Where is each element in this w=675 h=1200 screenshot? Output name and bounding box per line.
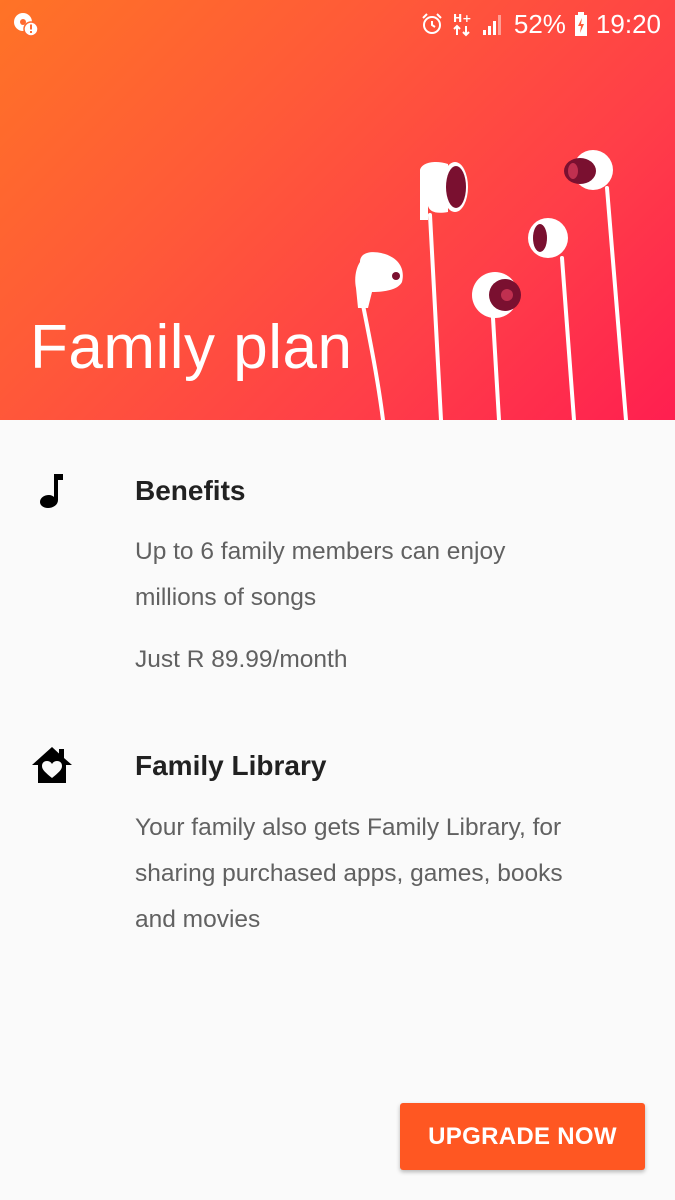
page-title: Family plan: [30, 313, 353, 382]
hero-banner: H+ 52% 19:20 Family plan: [0, 0, 675, 420]
status-time: 19:20: [595, 8, 661, 39]
family-plan-screen: H+ 52% 19:20 Family plan Benefits Up to …: [0, 0, 675, 1200]
benefits-section: Benefits Up to 6 family members can enjo…: [0, 460, 675, 700]
earbud-2: [420, 162, 468, 220]
alarm-clock-icon: [422, 13, 442, 34]
notification-alert-icon: [14, 13, 39, 37]
benefits-title: Benefits: [135, 475, 246, 506]
earbud-4: [528, 218, 568, 258]
battery-percent: 52%: [513, 8, 566, 39]
house-heart-icon: [32, 747, 72, 783]
family-library-description: Your family also gets Family Library, fo…: [135, 814, 563, 933]
status-bar: H+ 52% 19:20: [0, 0, 675, 48]
upgrade-now-button[interactable]: UPGRADE NOW: [400, 1103, 645, 1170]
signal-bars-icon: [482, 15, 501, 35]
family-library-title: Family Library: [135, 750, 327, 781]
benefits-description: Up to 6 family members can enjoy million…: [135, 538, 506, 611]
benefits-price: Just R 89.99/month: [135, 646, 348, 673]
hplus-data-icon: H+: [453, 12, 471, 37]
music-note-icon: [40, 474, 63, 508]
svg-text:H+: H+: [453, 12, 471, 25]
earbud-1: [355, 252, 403, 308]
status-indicators: H+ 52% 19:20: [420, 8, 661, 40]
battery-charging-icon: [574, 12, 587, 36]
earbud-5: [564, 150, 613, 190]
earbud-3: [472, 272, 521, 318]
family-library-section: Family Library Your family also gets Fam…: [0, 735, 675, 955]
